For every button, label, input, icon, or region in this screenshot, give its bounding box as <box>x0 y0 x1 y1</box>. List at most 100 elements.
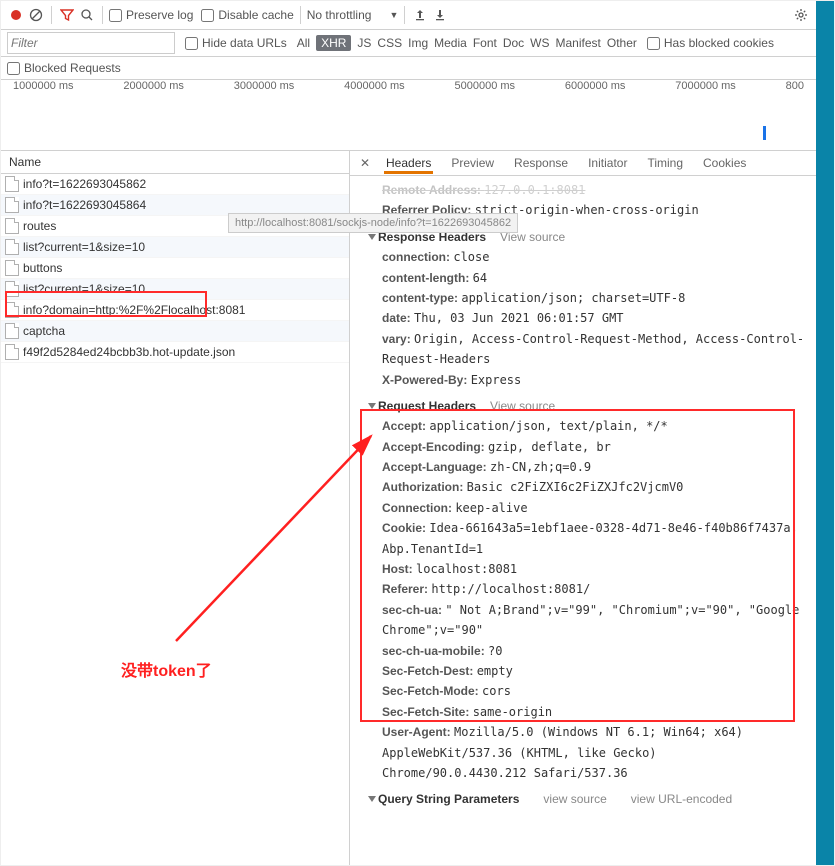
request-headers-title[interactable]: Request Headers <box>378 399 476 413</box>
filter-type-js[interactable]: JS <box>357 36 371 50</box>
timeline-tick: 4000000 ms <box>344 80 405 92</box>
header-key: date: <box>382 311 414 325</box>
header-key: content-length: <box>382 271 473 285</box>
tab-timing[interactable]: Timing <box>647 156 683 170</box>
header-key: Referer: <box>382 582 431 596</box>
header-row: content-type: application/json; charset=… <box>382 288 806 308</box>
request-list-panel: Name info?t=1622693045862 info?t=16226930… <box>1 151 350 865</box>
header-row: vary: Origin, Access-Control-Request-Met… <box>382 329 806 370</box>
header-value: empty <box>477 664 513 678</box>
header-value: cors <box>482 684 511 698</box>
filter-type-xhr[interactable]: XHR <box>316 35 351 51</box>
request-row[interactable]: info?t=1622693045862 <box>1 174 349 195</box>
tab-response[interactable]: Response <box>514 156 568 170</box>
header-value: Idea-661643a5=1ebf1aee-0328-4d71-8e46-f4… <box>382 521 798 555</box>
timeline-tick: 5000000 ms <box>455 80 516 92</box>
filter-type-css[interactable]: CSS <box>377 36 402 50</box>
filter-type-doc[interactable]: Doc <box>503 36 524 50</box>
request-name: buttons <box>23 261 62 275</box>
header-key: Accept-Encoding: <box>382 440 488 454</box>
request-name: info?t=1622693045864 <box>23 198 146 212</box>
header-row: Sec-Fetch-Site: same-origin <box>382 702 806 722</box>
tab-initiator[interactable]: Initiator <box>588 156 627 170</box>
header-key: Connection: <box>382 501 455 515</box>
header-value: zh-CN,zh;q=0.9 <box>490 460 591 474</box>
details-panel: ✕ Headers Preview Response Initiator Timing C… <box>350 151 816 865</box>
remote-address-value: 127.0.0.1:8081 <box>484 183 585 197</box>
view-source-link[interactable]: View source <box>490 396 555 416</box>
filter-type-media[interactable]: Media <box>434 36 467 50</box>
header-row: Authorization: Basic c2FiZXI6c2FiZXJfc2V… <box>382 477 806 497</box>
filter-type-all[interactable]: All <box>297 36 310 50</box>
query-params-title[interactable]: Query String Parameters <box>378 792 519 806</box>
header-key: Accept-Language: <box>382 460 490 474</box>
header-value: close <box>453 250 489 264</box>
timeline-tick: 2000000 ms <box>123 80 184 92</box>
waterfall-bar <box>763 126 766 140</box>
timeline-overview[interactable]: 1000000 ms2000000 ms3000000 ms4000000 ms… <box>1 80 816 151</box>
header-key: Sec-Fetch-Dest: <box>382 664 477 678</box>
filter-icon[interactable] <box>58 6 76 24</box>
filter-type-img[interactable]: Img <box>408 36 428 50</box>
header-value: Thu, 03 Jun 2021 06:01:57 GMT <box>414 311 624 325</box>
request-row[interactable]: info?domain=http:%2F%2Flocalhost:8081 <box>1 300 349 321</box>
filter-input[interactable] <box>7 32 175 54</box>
filter-type-ws[interactable]: WS <box>530 36 549 50</box>
clear-icon[interactable] <box>27 6 45 24</box>
header-value: " Not A;Brand";v="99", "Chromium";v="90"… <box>382 603 799 637</box>
search-icon[interactable] <box>78 6 96 24</box>
request-row[interactable]: f49f2d5284ed24bcbb3b.hot-update.json <box>1 342 349 363</box>
file-icon <box>5 302 19 318</box>
filter-type-other[interactable]: Other <box>607 36 637 50</box>
header-key: Accept: <box>382 419 429 433</box>
disable-cache-checkbox[interactable]: Disable cache <box>201 8 293 22</box>
header-value: Origin, Access-Control-Request-Method, A… <box>382 332 804 366</box>
tab-preview[interactable]: Preview <box>451 156 494 170</box>
has-blocked-cookies-checkbox[interactable]: Has blocked cookies <box>647 36 774 50</box>
header-row: Connection: keep-alive <box>382 498 806 518</box>
filter-type-manifest[interactable]: Manifest <box>556 36 601 50</box>
timeline-tick: 6000000 ms <box>565 80 626 92</box>
blocked-requests-checkbox[interactable]: Blocked Requests <box>7 61 121 75</box>
header-value: gzip, deflate, br <box>488 440 611 454</box>
header-key: Sec-Fetch-Site: <box>382 705 473 719</box>
view-url-encoded-link[interactable]: view URL-encoded <box>631 789 732 809</box>
gear-icon[interactable] <box>792 6 810 24</box>
preserve-log-checkbox[interactable]: Preserve log <box>109 8 193 22</box>
name-column-header[interactable]: Name <box>1 151 349 174</box>
timeline-tick: 7000000 ms <box>675 80 736 92</box>
file-icon <box>5 197 19 213</box>
throttling-select[interactable]: No throttling ▼ <box>307 8 399 22</box>
header-value: 64 <box>473 271 487 285</box>
header-row: sec-ch-ua-mobile: ?0 <box>382 641 806 661</box>
file-icon <box>5 323 19 339</box>
header-value: Basic c2FiZXI6c2FiZXJfc2VjcmV0 <box>467 480 684 494</box>
view-source-link[interactable]: view source <box>543 789 606 809</box>
close-icon[interactable]: ✕ <box>358 156 372 170</box>
request-name: list?current=1&size=10 <box>23 240 145 254</box>
hide-data-urls-checkbox[interactable]: Hide data URLs <box>185 36 287 50</box>
tab-headers[interactable]: Headers <box>386 156 431 170</box>
tab-cookies[interactable]: Cookies <box>703 156 746 170</box>
header-row: connection: close <box>382 247 806 267</box>
header-value: application/json; charset=UTF-8 <box>461 291 685 305</box>
headers-pane[interactable]: Remote Address: 127.0.0.1:8081 Referrer … <box>350 176 816 865</box>
blocked-requests-row: Blocked Requests <box>1 57 816 80</box>
header-key: Sec-Fetch-Mode: <box>382 684 482 698</box>
header-key: User-Agent: <box>382 725 454 739</box>
request-row[interactable]: buttons <box>1 258 349 279</box>
header-row: date: Thu, 03 Jun 2021 06:01:57 GMT <box>382 308 806 328</box>
header-key: sec-ch-ua: <box>382 603 445 617</box>
request-row[interactable]: list?current=1&size=10 <box>1 279 349 300</box>
download-icon[interactable] <box>431 6 449 24</box>
header-key: X-Powered-By: <box>382 373 471 387</box>
header-row: Accept: application/json, text/plain, */… <box>382 416 806 436</box>
header-row: Host: localhost:8081 <box>382 559 806 579</box>
filter-type-font[interactable]: Font <box>473 36 497 50</box>
request-name: info?t=1622693045862 <box>23 177 146 191</box>
header-value: same-origin <box>473 705 552 719</box>
upload-icon[interactable] <box>411 6 429 24</box>
request-row[interactable]: list?current=1&size=10 <box>1 237 349 258</box>
request-row[interactable]: captcha <box>1 321 349 342</box>
record-icon[interactable] <box>7 6 25 24</box>
